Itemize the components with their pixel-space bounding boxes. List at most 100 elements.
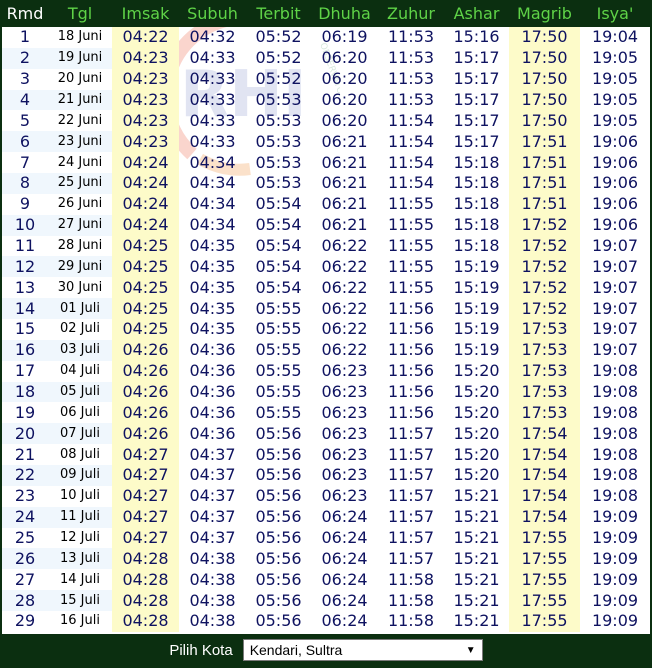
cell-zuhur: 11:53 — [387, 90, 435, 109]
cell-ashar: 15:18 — [453, 173, 500, 193]
cell-imsak: 04:28 — [112, 611, 179, 632]
cell-tgl: 15 Juli — [48, 590, 112, 612]
table-body: 1 18 Juni 04:22 04:32 05:52 06:19 11:53 15:16 17… — [2, 27, 650, 632]
cell-isya: 19:06 — [591, 194, 639, 214]
cell-rmd: 4 — [2, 89, 48, 111]
cell-tgl: 12 Juli — [60, 530, 100, 546]
cell-ashar: 15:21 — [453, 548, 500, 568]
cell-isya: 19:09 — [591, 507, 639, 527]
cell-dhuha: 06:22 — [321, 340, 368, 360]
cell-imsak: 04:27 — [112, 485, 179, 507]
cell-ashar: 15:20 — [453, 423, 500, 443]
cell-subuh: 04:35 — [189, 319, 236, 339]
cell-magrib: 17:52 — [509, 256, 580, 278]
cell-zuhur: 11:55 — [387, 256, 435, 276]
cell-rmd: 19 — [14, 402, 36, 422]
cell-ashar: 15:19 — [453, 319, 500, 339]
header-dhuha: Dhuha — [318, 4, 371, 23]
cell-imsak: 04:28 — [112, 569, 179, 591]
header-ashar: Ashar — [453, 4, 500, 23]
cell-isya: 19:06 — [591, 131, 639, 151]
cell-subuh: 04:32 — [189, 27, 236, 47]
table-row: 26 13 Juli 04:28 04:38 05:56 06:24 11:57 15:21 1… — [2, 548, 650, 570]
cell-subuh: 04:36 — [189, 382, 236, 402]
table-row: 10 27 Juni 04:24 04:34 05:54 06:21 11:55 15:18 1… — [2, 214, 650, 236]
cell-isya: 19:08 — [591, 361, 639, 381]
cell-subuh: 04:37 — [189, 444, 236, 464]
table-row: 9 26 Juni 04:24 04:34 05:54 06:21 11:55 15:18 17… — [2, 193, 650, 215]
cell-rmd: 29 — [14, 611, 36, 631]
cell-rmd: 13 — [14, 277, 36, 297]
cell-magrib: 17:50 — [509, 110, 580, 132]
cell-isya: 19:06 — [591, 152, 639, 172]
cell-subuh: 04:34 — [189, 215, 236, 235]
cell-zuhur: 11:57 — [387, 465, 435, 485]
cell-subuh: 04:37 — [189, 465, 236, 485]
cell-isya: 19:09 — [591, 569, 639, 589]
cell-dhuha: 06:22 — [321, 319, 368, 339]
cell-zuhur: 11:57 — [387, 507, 435, 527]
cell-magrib: 17:52 — [509, 277, 580, 299]
header-magrib: Magrib — [517, 4, 572, 23]
cell-magrib: 17:50 — [509, 47, 580, 69]
cell-dhuha: 06:24 — [321, 528, 368, 548]
cell-rmd: 14 — [2, 298, 48, 320]
cell-ashar: 15:21 — [453, 569, 500, 589]
table-row: 29 16 Juli 04:28 04:38 05:56 06:24 11:58 15:21 1… — [2, 611, 650, 632]
cell-ashar: 15:18 — [453, 194, 500, 214]
cell-imsak: 04:25 — [112, 235, 179, 257]
cell-tgl: 16 Juli — [60, 613, 100, 629]
cell-tgl: 11 Juli — [48, 506, 112, 528]
table-row: 23 10 Juli 04:27 04:37 05:56 06:23 11:57 15:21 1… — [2, 485, 650, 507]
cell-dhuha: 06:23 — [321, 486, 368, 506]
cell-dhuha: 06:21 — [321, 131, 368, 151]
cell-zuhur: 11:56 — [387, 361, 435, 381]
cell-imsak: 04:23 — [112, 68, 179, 90]
cell-ashar: 15:19 — [453, 277, 500, 297]
cell-tgl: 05 Juli — [48, 381, 112, 403]
cell-magrib: 17:54 — [509, 485, 580, 507]
cell-rmd: 25 — [14, 528, 36, 548]
city-select[interactable]: Kendari, Sultra ▼ — [242, 639, 483, 661]
cell-terbit: 05:54 — [255, 215, 302, 235]
cell-subuh: 04:34 — [189, 152, 236, 172]
cell-ashar: 15:20 — [453, 361, 500, 381]
cell-isya: 19:07 — [591, 236, 639, 256]
cell-zuhur: 11:53 — [387, 27, 435, 47]
cell-terbit: 05:56 — [255, 507, 302, 527]
cell-terbit: 05:53 — [255, 173, 302, 193]
cell-zuhur: 11:56 — [387, 319, 435, 339]
cell-isya: 19:08 — [591, 486, 639, 506]
table-row: 18 05 Juli 04:26 04:36 05:55 06:23 11:56 15:20 1… — [2, 381, 650, 403]
cell-ashar: 15:17 — [453, 90, 500, 109]
cell-terbit: 05:55 — [255, 361, 302, 381]
cell-rmd: 28 — [2, 590, 48, 612]
cell-zuhur: 11:53 — [387, 48, 435, 68]
table-row: 11 28 Juni 04:25 04:35 05:54 06:22 11:55 15:18 1… — [2, 235, 650, 257]
cell-zuhur: 11:58 — [387, 611, 435, 631]
cell-zuhur: 11:54 — [387, 131, 435, 151]
cell-rmd: 26 — [2, 548, 48, 570]
header-imsak: Imsak — [121, 4, 170, 23]
table-row: 21 08 Juli 04:27 04:37 05:56 06:23 11:57 15:20 1… — [2, 444, 650, 466]
cell-imsak: 04:25 — [112, 277, 179, 299]
cell-isya: 19:09 — [591, 548, 639, 568]
cell-magrib: 17:53 — [509, 339, 580, 361]
cell-zuhur: 11:57 — [387, 444, 435, 464]
cell-ashar: 15:17 — [453, 69, 500, 89]
cell-dhuha: 06:21 — [321, 194, 368, 214]
cell-tgl: 07 Juli — [48, 423, 112, 445]
cell-subuh: 04:36 — [189, 423, 236, 443]
cell-ashar: 15:21 — [453, 590, 500, 610]
cell-imsak: 04:27 — [112, 444, 179, 466]
cell-dhuha: 06:24 — [321, 507, 368, 527]
cell-tgl: 27 Juni — [48, 214, 112, 236]
table-row: 25 12 Juli 04:27 04:37 05:56 06:24 11:57 15:21 1… — [2, 527, 650, 549]
cell-imsak: 04:23 — [112, 89, 179, 111]
cell-subuh: 04:33 — [189, 69, 236, 89]
cell-magrib: 17:50 — [509, 68, 580, 90]
cell-zuhur: 11:53 — [387, 69, 435, 89]
cell-magrib: 17:50 — [509, 89, 580, 111]
cell-magrib: 17:52 — [509, 214, 580, 236]
cell-isya: 19:05 — [591, 48, 639, 68]
